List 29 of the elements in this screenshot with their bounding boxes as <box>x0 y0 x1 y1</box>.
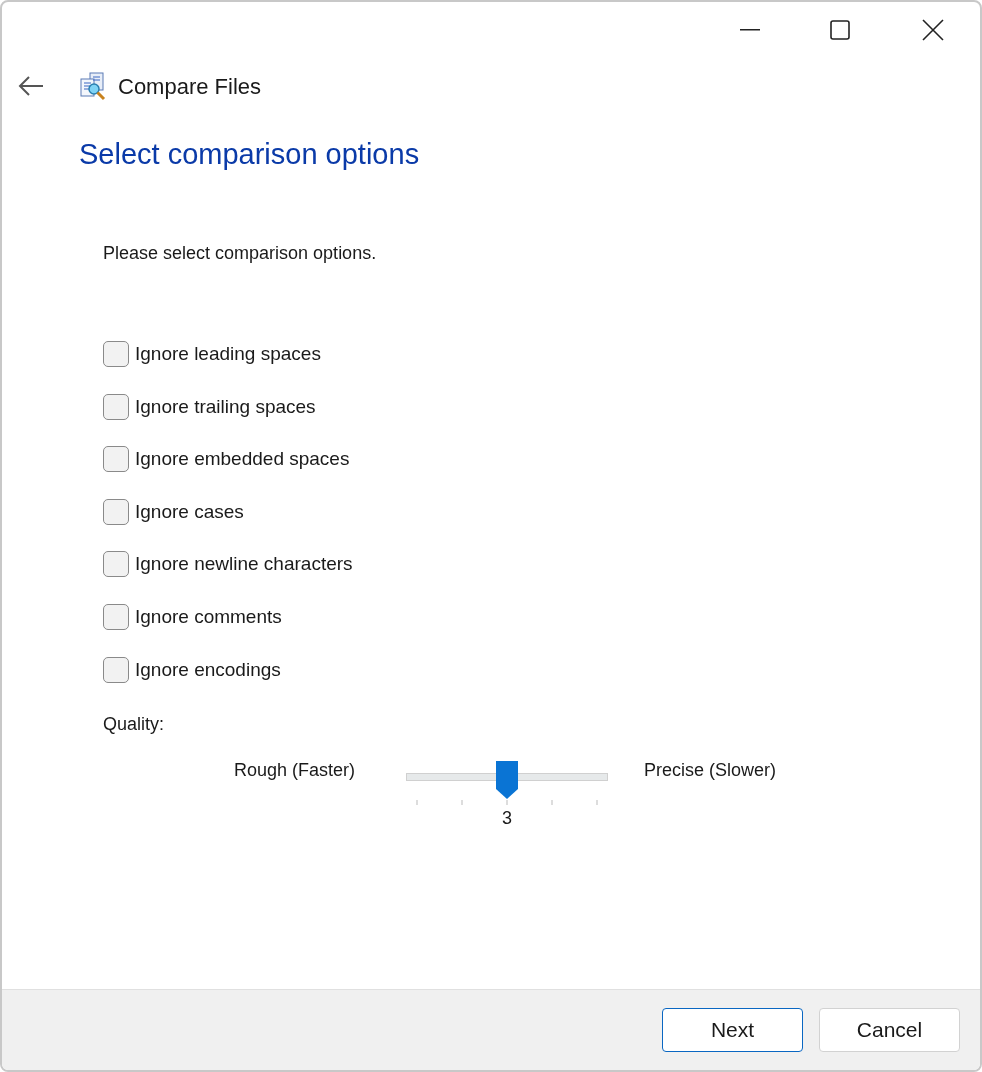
slider-value: 3 <box>502 806 512 830</box>
dialog-button[interactable]: Cancel <box>819 1008 960 1052</box>
checkbox[interactable] <box>103 446 129 473</box>
checkbox[interactable] <box>103 393 129 420</box>
checkbox-label[interactable]: Ignore embedded spaces <box>135 445 350 474</box>
checkbox-label[interactable]: Ignore leading spaces <box>135 340 321 368</box>
window-title: Compare Files <box>118 72 262 101</box>
document-magnifier-icon <box>78 71 108 101</box>
minimize-icon[interactable] <box>740 29 760 31</box>
slider-min-label: Rough (Faster) <box>234 758 357 782</box>
quality-label: Quality: <box>103 712 166 736</box>
slider-max-label: Precise (Slower) <box>644 758 777 782</box>
checkbox-label[interactable]: Ignore newline characters <box>135 550 353 579</box>
instruction-text: Please select comparison options. <box>103 242 378 265</box>
dialog-button[interactable]: Next <box>662 1008 803 1052</box>
checkbox[interactable] <box>103 656 129 683</box>
close-icon[interactable] <box>922 19 944 41</box>
checkbox[interactable] <box>103 498 129 525</box>
checkbox[interactable] <box>103 341 129 367</box>
checkbox[interactable] <box>103 551 129 578</box>
checkbox-label[interactable]: Ignore cases <box>135 497 244 526</box>
back-arrow-icon[interactable] <box>18 76 44 96</box>
checkbox[interactable] <box>103 603 129 630</box>
slider-thumb[interactable] <box>496 760 518 799</box>
maximize-icon[interactable] <box>830 20 850 40</box>
checkbox-label[interactable]: Ignore encodings <box>135 655 281 684</box>
checkbox-label[interactable]: Ignore comments <box>135 602 282 631</box>
page-heading: Select comparison options <box>79 137 421 172</box>
checkbox-label[interactable]: Ignore trailing spaces <box>135 392 316 421</box>
